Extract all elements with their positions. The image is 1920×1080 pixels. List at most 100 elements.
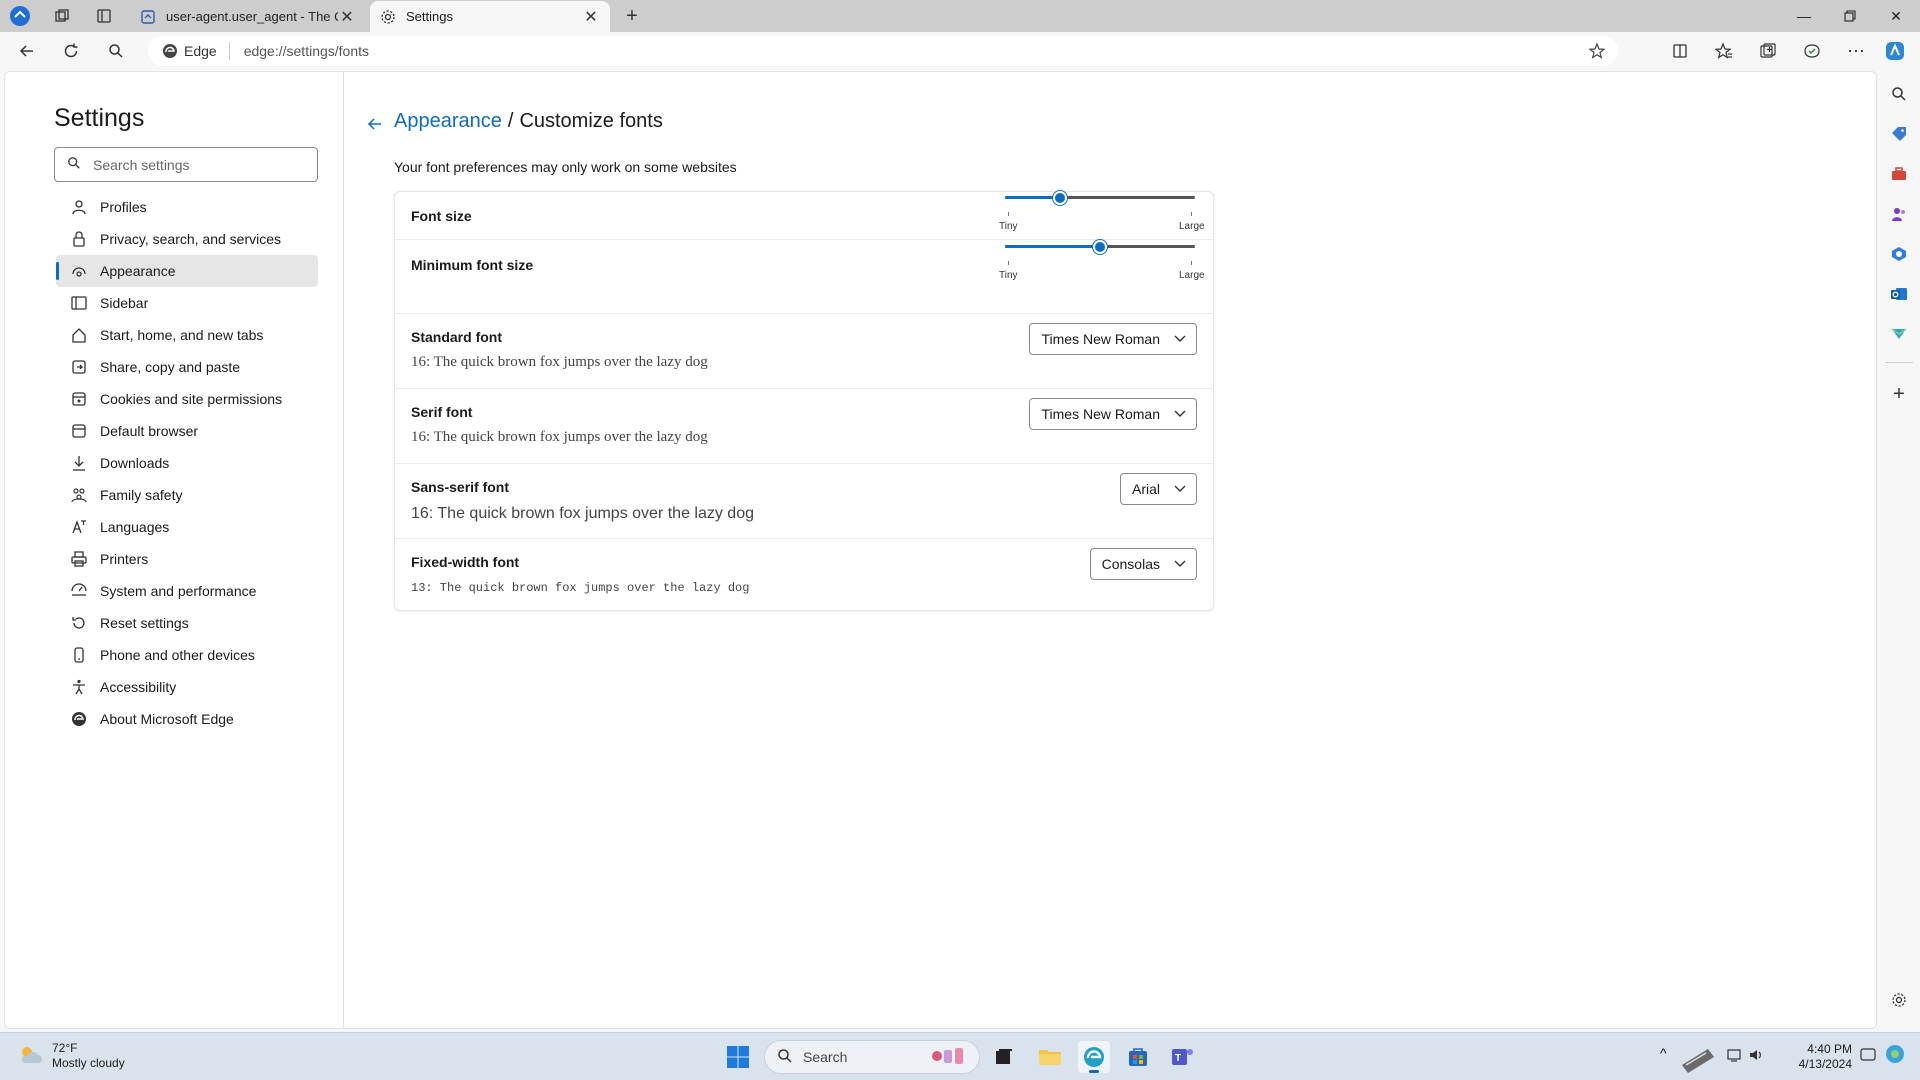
address-bar[interactable]: Edge edge://settings/fonts: [148, 36, 1618, 66]
favorite-star-icon[interactable]: [1588, 42, 1606, 60]
breadcrumb-appearance-link[interactable]: Appearance: [394, 110, 502, 133]
browser-essentials-icon[interactable]: [1797, 37, 1827, 65]
sidebar-item-system-and-performance[interactable]: System and performance: [56, 575, 318, 607]
tools-icon[interactable]: [1887, 162, 1911, 186]
gear-icon[interactable]: [1887, 988, 1911, 1012]
dropdown-value: Arial: [1131, 481, 1160, 497]
sidebar-item-reset-settings[interactable]: Reset settings: [56, 607, 318, 639]
add-icon[interactable]: +: [1887, 382, 1911, 406]
tray-app-icon[interactable]: [1676, 1035, 1720, 1080]
search-icon[interactable]: [1887, 82, 1911, 106]
family-icon: [70, 486, 88, 504]
site-identity[interactable]: Edge: [148, 42, 230, 60]
copilot-tray-icon[interactable]: [1884, 1043, 1906, 1068]
sidebar-item-sidebar[interactable]: Sidebar: [56, 287, 318, 319]
start-button[interactable]: [722, 1041, 754, 1073]
edge-logo-icon: [70, 710, 88, 728]
close-icon[interactable]: ✕: [582, 8, 600, 26]
sidebar-item-appearance[interactable]: Appearance: [56, 255, 318, 287]
network-icon[interactable]: [1726, 1047, 1742, 1066]
tab-settings[interactable]: Settings ✕: [370, 1, 610, 32]
games-icon[interactable]: [1887, 202, 1911, 226]
sidebar-item-downloads[interactable]: Downloads: [56, 447, 318, 479]
sidebar-item-label: Default browser: [100, 423, 199, 439]
title-bar: user-agent.user_agent - The Coll ✕ Setti…: [0, 0, 1920, 32]
notification-icon[interactable]: [1858, 1045, 1878, 1068]
settings-nav: Settings Profiles Privacy, search, and se…: [5, 72, 344, 1028]
minimize-icon[interactable]: —: [1781, 0, 1827, 32]
sidebar-item-label: Family safety: [100, 487, 183, 503]
system-icon: [70, 582, 88, 600]
accessibility-icon: [70, 678, 88, 696]
edge-taskbar-icon[interactable]: [1078, 1041, 1110, 1073]
sidebar-item-label: About Microsoft Edge: [100, 711, 234, 727]
sidebar-item-profiles[interactable]: Profiles: [56, 191, 318, 223]
slider-thumb[interactable]: [1053, 191, 1067, 205]
restore-icon[interactable]: [1827, 0, 1873, 32]
sidebar-item-languages[interactable]: Languages: [56, 511, 318, 543]
dropdown-value: Times New Roman: [1041, 406, 1160, 422]
search-settings-box[interactable]: [54, 147, 318, 182]
refresh-icon[interactable]: [56, 37, 86, 65]
sidebar-item-label: Downloads: [100, 455, 170, 471]
tab-user-agent[interactable]: user-agent.user_agent - The Coll ✕: [130, 1, 366, 32]
serif-font-dropdown[interactable]: Times New Roman: [1029, 398, 1197, 430]
drop-icon[interactable]: [1887, 322, 1911, 346]
favorites-icon[interactable]: [1709, 37, 1739, 65]
sidebar-item-cookies-and-site-permissions[interactable]: Cookies and site permissions: [56, 383, 318, 415]
back-arrow-icon[interactable]: [363, 112, 387, 136]
sidebar-item-family-safety[interactable]: Family safety: [56, 479, 318, 511]
file-explorer-icon[interactable]: [1034, 1041, 1066, 1073]
font-preferences-note: Your font preferences may only work on s…: [394, 159, 737, 175]
slider-tick: [1008, 261, 1009, 265]
sidebar-item-about-microsoft-edge[interactable]: About Microsoft Edge: [56, 703, 318, 735]
shopping-tag-icon[interactable]: [1887, 122, 1911, 146]
min-font-size-slider[interactable]: Tiny Large: [999, 240, 1205, 281]
split-screen-icon[interactable]: [1665, 37, 1695, 65]
sidebar-item-start-home-and-new-tabs[interactable]: Start, home, and new tabs: [56, 319, 318, 351]
standard-font-dropdown[interactable]: Times New Roman: [1029, 323, 1197, 355]
fixed-width-font-dropdown[interactable]: Consolas: [1089, 548, 1197, 580]
close-icon[interactable]: ✕: [338, 8, 356, 26]
volume-icon[interactable]: [1748, 1047, 1764, 1066]
slider-tick: [1008, 212, 1009, 216]
profile-icon[interactable]: [8, 4, 32, 28]
slider-tick: [1191, 261, 1192, 265]
search-icon[interactable]: [101, 37, 131, 65]
back-icon[interactable]: [12, 37, 42, 65]
min-font-size-label: Minimum font size: [411, 257, 534, 273]
outlook-icon[interactable]: [1887, 282, 1911, 306]
cloud-icon: [18, 1044, 44, 1069]
sidebar-item-printers[interactable]: Printers: [56, 543, 318, 575]
sidebar-item-label: Sidebar: [100, 295, 149, 311]
copilot-icon[interactable]: [1880, 37, 1910, 65]
sidebar-item-share-copy-and-paste[interactable]: Share, copy and paste: [56, 351, 318, 383]
slider-thumb[interactable]: [1093, 240, 1107, 254]
new-tab-icon[interactable]: +: [620, 4, 644, 28]
collections-icon[interactable]: [1753, 37, 1783, 65]
clock-time: 4:40 PM: [1807, 1042, 1852, 1056]
weather-widget[interactable]: 72°F Mostly cloudy: [18, 1041, 125, 1071]
teams-icon[interactable]: T: [1166, 1041, 1198, 1073]
sidebar-item-accessibility[interactable]: Accessibility: [56, 671, 318, 703]
sidebar-item-privacy-search-and-services[interactable]: Privacy, search, and services: [56, 223, 318, 255]
tray-overflow-icon[interactable]: ^: [1660, 1045, 1667, 1061]
clock[interactable]: 4:40 PM 4/13/2024: [1782, 1042, 1852, 1072]
min-font-size-row: Minimum font size Tiny Large: [395, 240, 1213, 314]
font-size-slider[interactable]: Tiny Large: [999, 191, 1205, 232]
tab-actions-icon[interactable]: [92, 4, 116, 28]
task-view-icon[interactable]: [988, 1041, 1020, 1073]
rail-divider: [1885, 362, 1913, 363]
sidebar-item-default-browser[interactable]: Default browser: [56, 415, 318, 447]
search-settings-input[interactable]: [93, 156, 303, 173]
close-window-icon[interactable]: ✕: [1873, 0, 1919, 32]
store-icon[interactable]: [1122, 1041, 1154, 1073]
microsoft-365-icon[interactable]: [1887, 242, 1911, 266]
profile-icon: [70, 198, 88, 216]
more-menu-icon[interactable]: ⋯: [1841, 37, 1871, 65]
sans-serif-font-dropdown[interactable]: Arial: [1119, 473, 1197, 505]
taskbar-search[interactable]: Search: [764, 1040, 980, 1074]
sidebar-item-phone-and-other-devices[interactable]: Phone and other devices: [56, 639, 318, 671]
url-text[interactable]: edge://settings/fonts: [230, 43, 369, 59]
workspaces-icon[interactable]: [50, 4, 74, 28]
